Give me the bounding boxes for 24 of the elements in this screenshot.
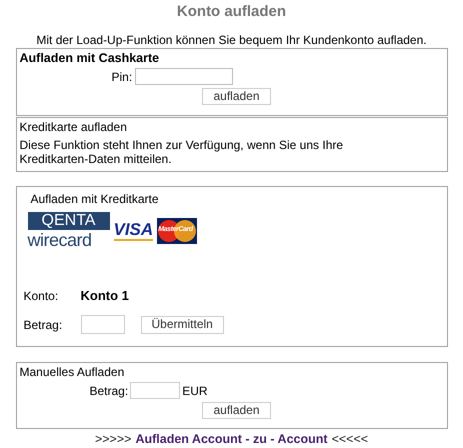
wirecard-logo: QENTA wirecard xyxy=(28,212,110,250)
info-text: Diese Funktion steht Ihnen zur Verfügung, wenn Sie uns Ihre Kreditkarten-Daten mitteilen. xyxy=(20,138,344,166)
charge-button[interactable]: aufladen xyxy=(202,88,271,105)
amount-label: Betrag: xyxy=(24,318,64,332)
currency-label: EUR xyxy=(182,384,208,398)
account-transfer-link[interactable]: Aufladen Account - zu - Account xyxy=(135,432,328,446)
page-title: Konto aufladen xyxy=(176,3,286,22)
submit-button[interactable]: Übermitteln xyxy=(140,316,224,334)
panel-heading: Manuelles Aufladen xyxy=(20,365,126,379)
charge-button[interactable]: aufladen xyxy=(202,402,271,419)
panel-heading: Aufladen mit Cashkarte xyxy=(20,51,160,65)
pin-label: Pin: xyxy=(112,70,132,84)
account-label: Konto: xyxy=(24,288,60,302)
panel-heading: Aufladen mit Kreditkarte xyxy=(30,192,160,206)
arrows-text: <<<<< xyxy=(332,432,368,446)
visa-logo: VISA xyxy=(114,221,154,241)
panel-heading: Kreditkarte aufladen xyxy=(20,120,128,134)
amount-field[interactable] xyxy=(130,382,180,399)
intro-text: Mit der Load-Up-Funktion können Sie bequem Ihr Kundenkonto aufladen. xyxy=(36,33,427,48)
arrows-text: >>>>> xyxy=(94,432,132,446)
pin-field[interactable] xyxy=(135,68,234,85)
amount-field[interactable] xyxy=(80,315,124,334)
account-value: Konto 1 xyxy=(80,288,129,303)
amount-label: Betrag: xyxy=(90,384,128,398)
